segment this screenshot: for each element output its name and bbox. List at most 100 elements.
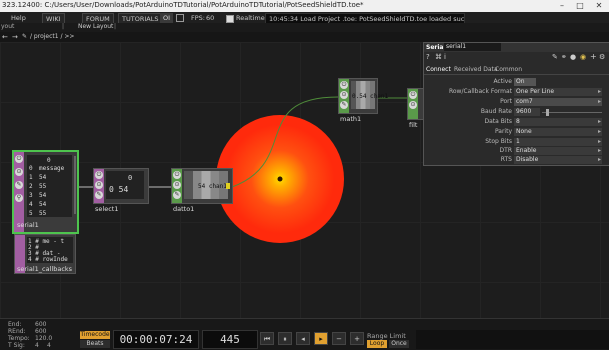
gear-icon[interactable]: ⚙ — [599, 53, 605, 61]
tempo-label: Tempo: — [8, 335, 30, 342]
node-edit-icon[interactable]: ✎ — [15, 181, 23, 189]
oi-checkbox[interactable] — [176, 14, 184, 22]
node-edit-icon[interactable]: ✎ — [340, 101, 348, 109]
beats-toggle[interactable]: Beats — [80, 340, 110, 348]
python-help-icon[interactable]: ⌘ — [435, 53, 442, 61]
tab-divider: | — [62, 23, 65, 30]
network-path[interactable]: / project1 / >> — [30, 33, 74, 40]
serial1-label: serial1 — [17, 221, 39, 229]
math1-node[interactable]: ⏻ ⊙ ✎ 0.54 chan1 math1 — [338, 78, 388, 123]
step-forward-icon[interactable]: + — [350, 332, 364, 345]
baud-field[interactable]: 9600 — [514, 108, 540, 116]
baud-slider[interactable] — [542, 112, 602, 113]
node-bypass-icon[interactable]: ⏻ — [173, 171, 181, 179]
table-cell: message — [39, 165, 65, 172]
timecode-display[interactable]: 00:00:07:24 — [113, 330, 199, 349]
table-cell: 55 — [39, 183, 47, 190]
math1-label: math1 — [340, 115, 362, 123]
node-bypass-icon[interactable]: ⏻ — [95, 171, 103, 179]
parent-icon[interactable]: ✎ — [22, 33, 27, 40]
node-view-icon[interactable]: ⊙ — [95, 181, 103, 189]
range-limit-label: Range Limit — [367, 332, 406, 340]
output-connector[interactable] — [226, 183, 230, 189]
rewind-icon[interactable]: ⏮ — [260, 332, 274, 345]
node-bypass-icon[interactable]: ⏻ — [409, 91, 417, 99]
timeline-area[interactable] — [416, 330, 609, 349]
select1-node[interactable]: ⏻ ⊙ ✎ 0 0 54 select1 — [93, 168, 149, 213]
data-bits-menu[interactable]: 8 ▸ — [514, 118, 602, 126]
node-view-icon[interactable]: ⊙ — [173, 181, 181, 189]
active-toggle[interactable]: On — [514, 78, 536, 86]
select1-value: 0 54 — [109, 185, 129, 194]
loop-toggle[interactable]: Loop — [367, 340, 387, 348]
table-row-index: 3 — [29, 192, 33, 199]
color-icon[interactable]: ◉ — [580, 53, 586, 61]
param-dtr: DTR Enable ▸ — [424, 147, 609, 156]
node-bypass-icon[interactable]: ⏻ — [15, 155, 23, 163]
port-field[interactable]: com7 ▸ — [514, 98, 602, 106]
parameter-panel: Serial serial1 ? ⌘ i ✎ ⚭ ● ◉ + ⚙ Connect… — [423, 42, 609, 166]
layout-tab[interactable]: yout — [1, 23, 14, 30]
tsig-value[interactable]: 4 — [35, 342, 39, 349]
parity-menu[interactable]: None ▸ — [514, 128, 602, 136]
node-view-icon[interactable]: ⊙ — [409, 101, 417, 109]
panel-header: Serial serial1 — [424, 43, 609, 52]
node-edit-icon[interactable]: ✎ — [95, 191, 103, 199]
menu-help[interactable]: Help — [8, 13, 29, 23]
back-icon[interactable]: ← — [2, 33, 8, 41]
edit-icon[interactable]: ✎ — [552, 53, 558, 61]
pin-icon[interactable]: ● — [570, 53, 576, 61]
param-label: DTR — [499, 147, 512, 154]
node-edit-icon[interactable]: ✎ — [173, 191, 181, 199]
node-bypass-icon[interactable]: ⏻ — [340, 81, 348, 89]
node-lock-icon[interactable]: ⚲ — [15, 194, 23, 202]
pause-icon[interactable]: ⏸ — [278, 332, 292, 345]
end-value[interactable]: 600 — [35, 321, 46, 328]
timecode-toggle[interactable]: Timecode — [80, 331, 110, 339]
help-icon[interactable]: ? — [426, 53, 430, 61]
once-toggle[interactable]: Once — [389, 340, 409, 348]
tab-received-data[interactable]: Received Data — [454, 66, 498, 73]
end-label: End: — [8, 321, 22, 328]
rts-menu[interactable]: Disable ▸ — [514, 156, 602, 164]
tab-connect[interactable]: Connect — [426, 66, 451, 73]
maximize-icon[interactable]: □ — [571, 0, 589, 12]
node-scrollbar[interactable] — [74, 156, 76, 214]
datto1-viewer: 54 chan1 — [184, 171, 228, 199]
select1-label: select1 — [95, 205, 119, 213]
rend-value[interactable]: 600 — [35, 328, 46, 335]
param-row-format: Row/Callback Format One Per Line ▸ — [424, 88, 609, 97]
node-view-icon[interactable]: ⊙ — [340, 91, 348, 99]
minimize-icon[interactable]: – — [553, 0, 571, 12]
realtime-label: Realtime — [236, 14, 265, 22]
rend-label: REnd: — [8, 328, 26, 335]
param-label: Stop Bits — [485, 138, 512, 145]
dtr-menu[interactable]: Enable ▸ — [514, 147, 602, 155]
close-icon[interactable]: ✕ — [590, 0, 608, 12]
datto1-node[interactable]: ⏻ ⊙ ✎ 54 chan1 datto1 — [171, 168, 233, 213]
panel-op-name[interactable]: serial1 — [444, 43, 501, 51]
param-label: Baud Rate — [480, 108, 512, 115]
row-format-menu[interactable]: One Per Line ▸ — [514, 88, 602, 96]
baud-slider-handle[interactable] — [546, 109, 549, 116]
play-icon[interactable]: ▸ — [314, 332, 328, 345]
serial1-callbacks-node[interactable]: 1 # me - t 2 # 3 # dat - 4 # rowInde ser… — [14, 234, 76, 274]
info-icon[interactable]: i — [444, 53, 446, 61]
tempo-value[interactable]: 120.0 — [35, 335, 52, 342]
serial1-node[interactable]: ⏻ ⊙ ✎ ⚲ 0 0 message 1 54 2 55 3 54 4 54 … — [12, 150, 79, 234]
add-icon[interactable]: + — [590, 52, 597, 61]
tab-common[interactable]: Common — [495, 66, 522, 73]
play-reverse-icon[interactable]: ◂ — [296, 332, 310, 345]
oi-toggle[interactable]: OI — [160, 13, 174, 23]
param-active: Active On — [424, 78, 609, 87]
node-view-icon[interactable]: ⊙ — [15, 168, 23, 176]
stop-bits-menu[interactable]: 1 ▸ — [514, 138, 602, 146]
step-back-icon[interactable]: − — [332, 332, 346, 345]
forward-icon[interactable]: → — [12, 33, 18, 41]
frame-display[interactable]: 445 — [202, 330, 258, 349]
tsig-denominator[interactable]: 4 — [47, 342, 51, 349]
link-icon[interactable]: ⚭ — [561, 53, 567, 61]
panel-toolbar: ? ⌘ i ✎ ⚭ ● ◉ + ⚙ — [424, 52, 609, 63]
new-layout-tab[interactable]: New Layout — [78, 23, 113, 30]
param-label: Data Bits — [484, 118, 513, 125]
